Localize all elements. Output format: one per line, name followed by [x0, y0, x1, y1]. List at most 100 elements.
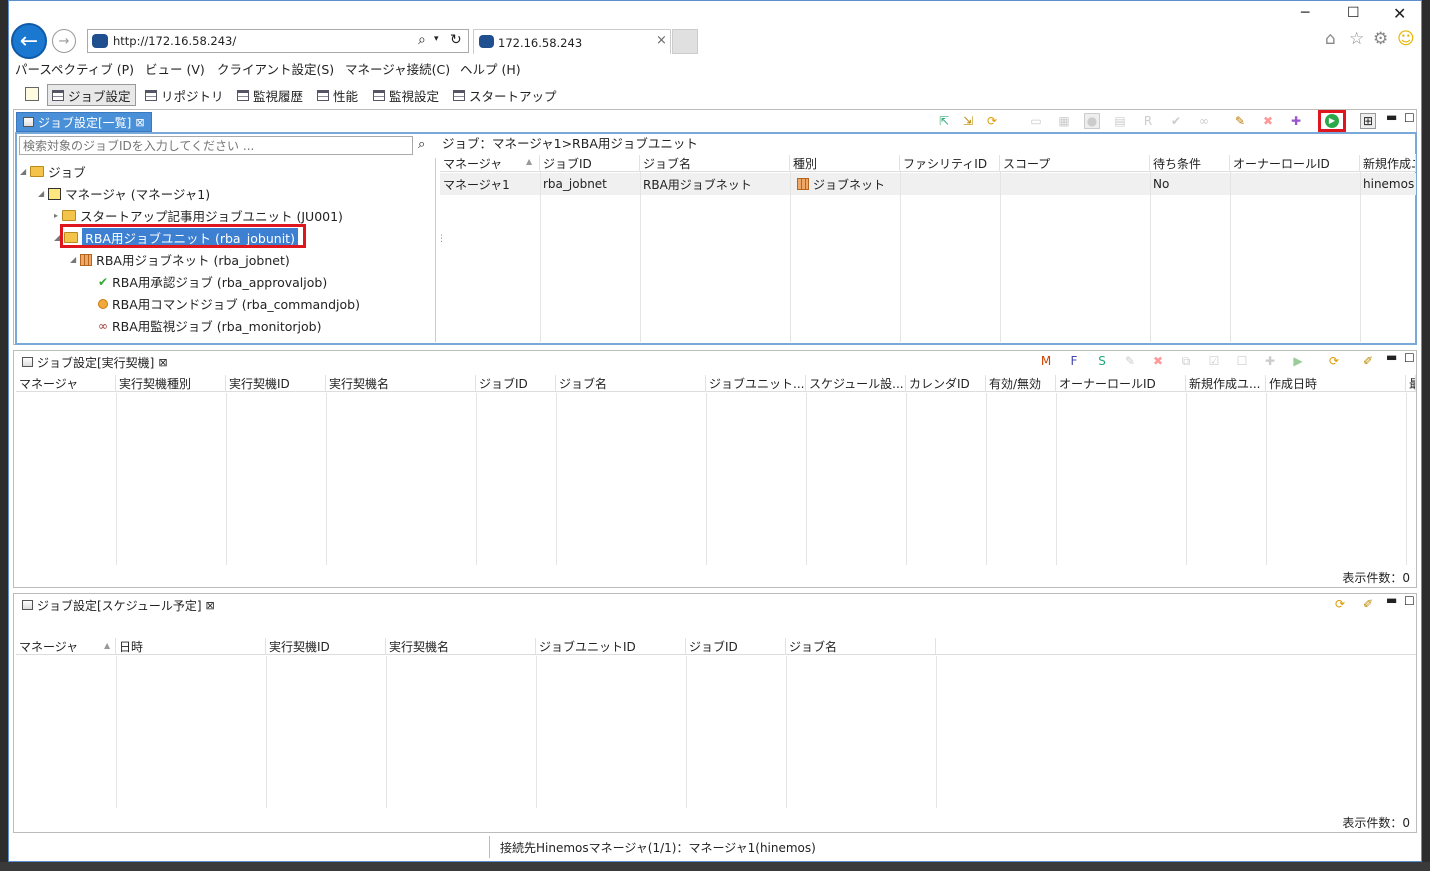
col-job-name[interactable]: ジョブ名: [640, 155, 790, 172]
view-maximize-icon[interactable]: ☐: [1404, 594, 1415, 608]
view-minimize-icon[interactable]: ▬: [1386, 110, 1397, 124]
view-maximize-icon[interactable]: ☐: [1404, 351, 1415, 365]
col-job-id[interactable]: ジョブID: [476, 375, 556, 392]
create-jobunit-icon[interactable]: ▭: [1028, 113, 1044, 129]
perspective-startup[interactable]: スタートアップ: [449, 84, 561, 106]
col-trigger-type[interactable]: 実行契機種別: [116, 375, 226, 392]
create-commandjob-icon[interactable]: ●: [1084, 113, 1100, 129]
back-button[interactable]: ←: [11, 23, 47, 59]
refresh-icon[interactable]: ⟳: [1326, 353, 1342, 369]
tree-item-startup-jobunit[interactable]: ▸ スタートアップ記事用ジョブユニット (JU001): [54, 206, 343, 225]
edit-pencil-icon[interactable]: ✎: [1232, 113, 1248, 129]
col-job-id[interactable]: ジョブID: [540, 155, 640, 172]
refresh-icon[interactable]: ⟳: [1332, 596, 1348, 612]
maximize-icon[interactable]: ☐: [1347, 5, 1360, 21]
open-perspective-icon[interactable]: [25, 87, 39, 101]
refresh-icon[interactable]: ↻: [450, 32, 462, 48]
col-manager[interactable]: マネージャ: [440, 155, 540, 172]
run-icon[interactable]: ▶: [1290, 353, 1306, 369]
register-icon[interactable]: ✚: [1288, 113, 1304, 129]
tab-close-icon[interactable]: ⊠: [158, 356, 167, 369]
create-approval-icon[interactable]: ✔: [1168, 113, 1184, 129]
col-jobunit[interactable]: ジョブユニット...: [706, 375, 806, 392]
tree-item-approval-job[interactable]: ✔ RBA用承認ジョブ (rba_approvaljob): [98, 272, 327, 291]
edit-pencil-icon[interactable]: ✎: [1122, 353, 1138, 369]
tree-item-rba-jobnet[interactable]: ◢ RBA用ジョブネット (rba_jobnet): [70, 250, 290, 269]
create-jobnet-icon[interactable]: ▦: [1056, 113, 1072, 129]
table-row[interactable]: マネージャ1 rba_jobnet RBA用ジョブネット ジョブネット No h…: [440, 173, 1416, 195]
col-job-name[interactable]: ジョブ名: [786, 638, 936, 655]
filter-icon[interactable]: ✐: [1360, 353, 1376, 369]
tab-close-icon[interactable]: ×: [656, 33, 667, 48]
forward-button[interactable]: →: [52, 29, 76, 53]
col-manager[interactable]: マネージャ: [16, 375, 116, 392]
col-owner-role[interactable]: オーナーロールID: [1056, 375, 1186, 392]
menu-client-settings[interactable]: クライアント設定(S): [217, 59, 334, 78]
perspective-job-settings[interactable]: ジョブ設定: [47, 84, 136, 106]
favorites-star-icon[interactable]: ☆: [1349, 29, 1364, 49]
view-maximize-icon[interactable]: ☐: [1404, 111, 1415, 125]
dropdown-icon[interactable]: ▾: [434, 34, 439, 44]
tree-item-monitor-job[interactable]: ∞ RBA用監視ジョブ (rba_monitorjob): [98, 316, 322, 335]
feedback-smiley-icon[interactable]: ☺: [1397, 29, 1415, 49]
col-owner-role[interactable]: オーナーロールID: [1230, 155, 1360, 172]
enable-icon[interactable]: ☑: [1206, 353, 1222, 369]
tree-item-command-job[interactable]: RBA用コマンドジョブ (rba_commandjob): [98, 294, 360, 313]
copy-icon[interactable]: ⧉: [1178, 353, 1194, 369]
minimize-icon[interactable]: ─: [1301, 5, 1309, 21]
col-trigger-name[interactable]: 実行契機名: [326, 375, 476, 392]
col-calendar-id[interactable]: カレンダID: [906, 375, 986, 392]
col-schedule[interactable]: スケジュール設...: [806, 375, 906, 392]
schedule-tab[interactable]: ジョブ設定[スケジュール予定] ⊠: [16, 595, 221, 615]
col-new-creator[interactable]: 新規作成ユ: [1360, 155, 1416, 172]
menu-view[interactable]: ビュー (V): [145, 59, 205, 78]
job-search-input[interactable]: [19, 136, 413, 155]
menu-manager-connection[interactable]: マネージャ接続(C): [345, 59, 450, 78]
view-minimize-icon[interactable]: ▬: [1386, 350, 1397, 364]
browser-tab[interactable]: 172.16.58.243 ×: [473, 29, 671, 54]
perspective-monitor-history[interactable]: 監視履歴: [233, 84, 307, 106]
perspective-monitor-settings[interactable]: 監視設定: [369, 84, 443, 106]
search-icon[interactable]: ⌕: [418, 137, 425, 152]
tab-close-icon[interactable]: ⊠: [135, 116, 144, 129]
col-manager[interactable]: マネージャ: [16, 638, 116, 655]
col-type[interactable]: 種別: [790, 155, 900, 172]
trigger-tab[interactable]: ジョブ設定[実行契機] ⊠: [16, 352, 174, 372]
col-wait-condition[interactable]: 待ち条件: [1150, 155, 1230, 172]
create-filejob-icon[interactable]: ▤: [1112, 113, 1128, 129]
home-icon[interactable]: ⌂: [1325, 29, 1336, 49]
perspective-repository[interactable]: リポジトリ: [141, 84, 228, 106]
tab-close-icon[interactable]: ⊠: [206, 599, 215, 612]
col-datetime[interactable]: 日時: [116, 638, 266, 655]
add-manual-icon[interactable]: S: [1094, 353, 1110, 369]
tree-layout-icon[interactable]: ⊞: [1360, 113, 1376, 129]
col-last[interactable]: 最: [1406, 375, 1416, 392]
col-jobunit-id[interactable]: ジョブユニットID: [536, 638, 686, 655]
menu-help[interactable]: ヘルプ (H): [460, 59, 521, 78]
col-created[interactable]: 作成日時: [1266, 375, 1406, 392]
close-icon[interactable]: ✕: [1393, 4, 1406, 23]
delete-icon[interactable]: ✖: [1260, 113, 1276, 129]
job-list-tab[interactable]: ジョブ設定[一覧] ⊠: [16, 112, 152, 132]
splitter-handle[interactable]: ⋮: [437, 234, 446, 244]
add-file-check-icon[interactable]: F: [1066, 353, 1082, 369]
col-trigger-id[interactable]: 実行契機ID: [266, 638, 386, 655]
settings-gear-icon[interactable]: ⚙: [1373, 29, 1388, 49]
menu-perspective[interactable]: パースペクティブ (P): [15, 59, 134, 78]
refresh-icon[interactable]: ⟳: [984, 113, 1000, 129]
col-valid[interactable]: 有効/無効: [986, 375, 1056, 392]
col-scope[interactable]: スコープ: [1000, 155, 1150, 172]
tree-item-manager[interactable]: ◢ マネージャ (マネージャ1): [38, 184, 210, 203]
col-job-name[interactable]: ジョブ名: [556, 375, 706, 392]
import-icon[interactable]: ⇲: [960, 113, 976, 129]
col-trigger-id[interactable]: 実行契機ID: [226, 375, 326, 392]
perspective-performance[interactable]: 性能: [313, 84, 362, 106]
disable-icon[interactable]: ☐: [1234, 353, 1250, 369]
create-monitor-icon[interactable]: ∞: [1196, 113, 1212, 129]
add-schedule-icon[interactable]: M: [1038, 353, 1054, 369]
filter-icon[interactable]: ✐: [1360, 596, 1376, 612]
new-tab-button[interactable]: [672, 29, 698, 54]
register-icon[interactable]: ✚: [1262, 353, 1278, 369]
col-facility-id[interactable]: ファシリティID: [900, 155, 1000, 172]
create-reference-icon[interactable]: R: [1140, 113, 1156, 129]
